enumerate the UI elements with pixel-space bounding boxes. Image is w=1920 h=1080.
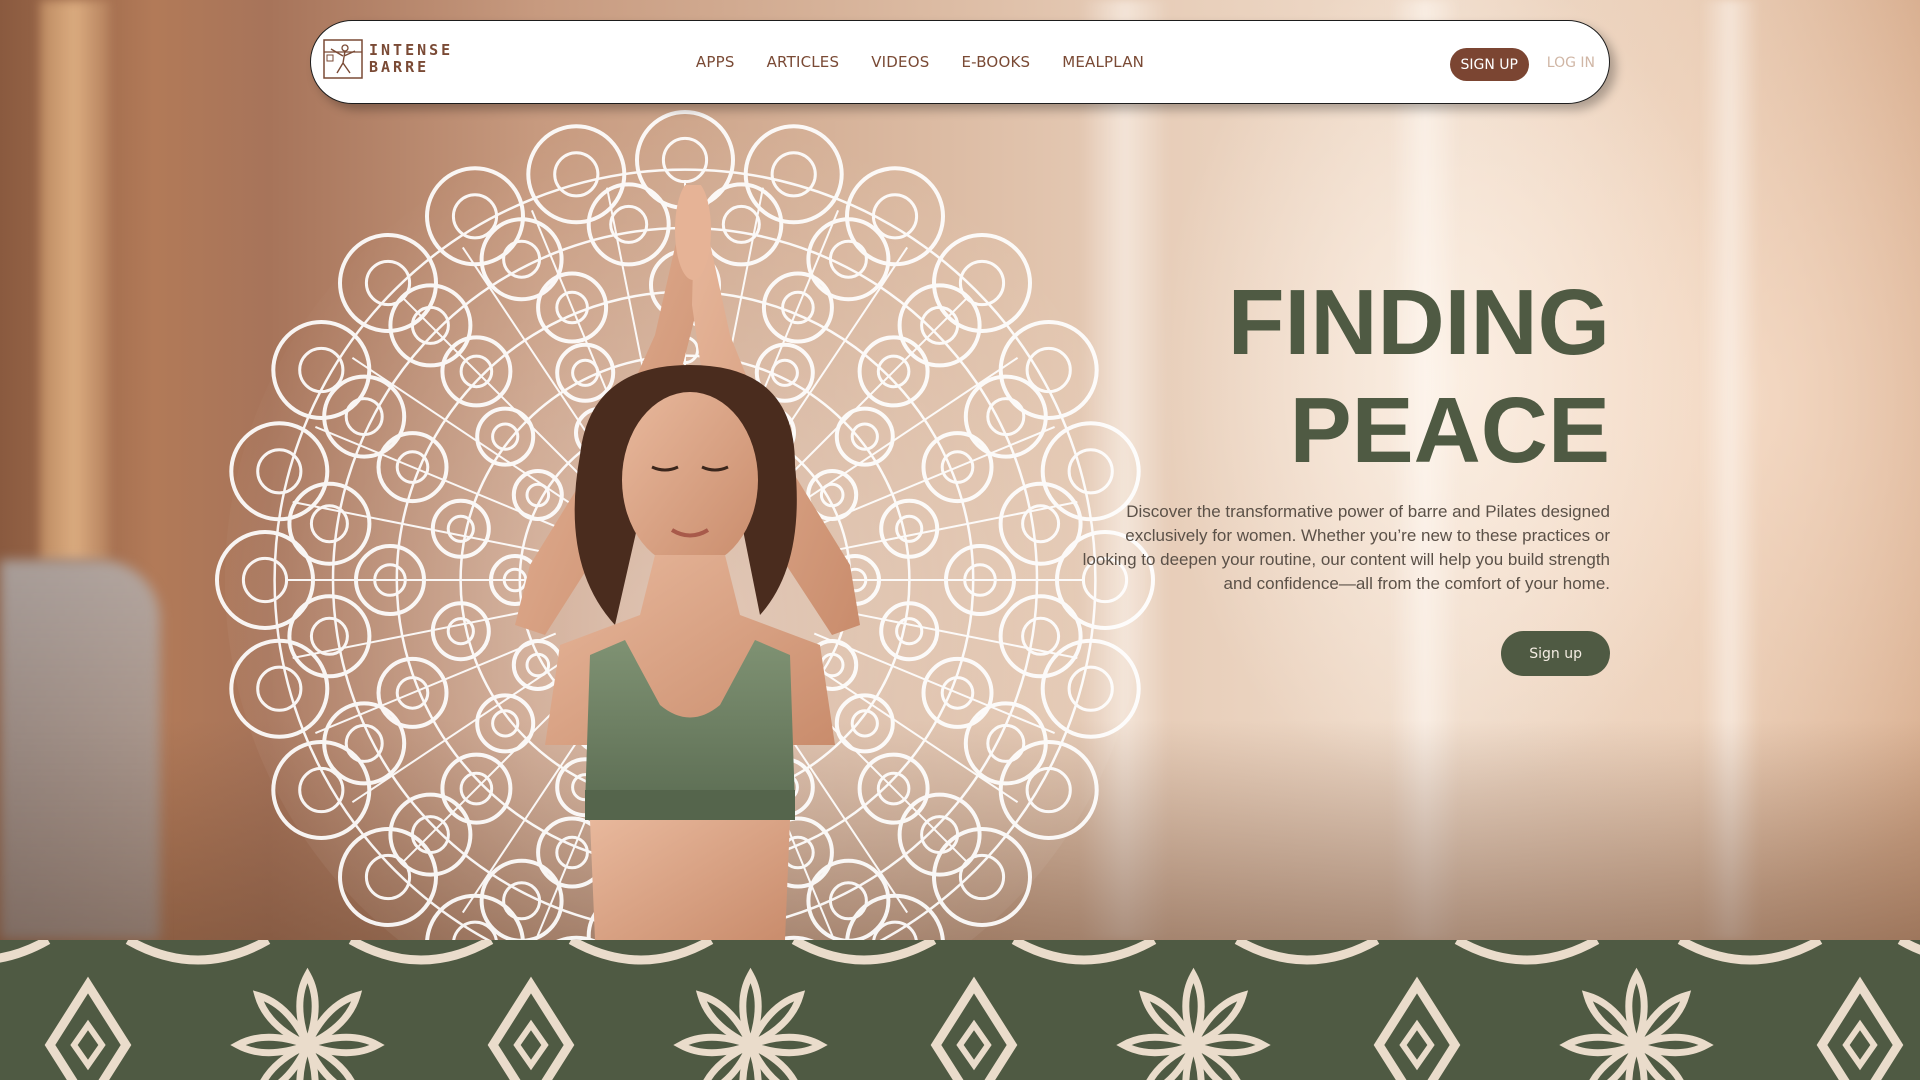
nav-signup-button[interactable]: SIGN UP (1449, 48, 1529, 81)
brand-line-2: BARRE (369, 58, 430, 76)
decorative-pattern-band (0, 940, 1920, 1080)
nav-link-mealplan[interactable]: MEALPLAN (1062, 53, 1144, 71)
nav-link-videos[interactable]: VIDEOS (871, 53, 929, 71)
nav-link-ebooks[interactable]: E-BOOKS (961, 53, 1030, 71)
hero-title: FINDING PEACE (1010, 268, 1610, 484)
hero-description: Discover the transformative power of bar… (1082, 502, 1610, 593)
barre-dancer-logo-icon (323, 39, 363, 79)
nav-login-button[interactable]: LOG IN (1547, 55, 1595, 71)
nav-link-apps[interactable]: APPS (696, 53, 735, 71)
yoga-woman-figure (515, 185, 860, 940)
background-bed (0, 560, 160, 940)
brand-wordmark: INTENSE BARRE (369, 42, 453, 76)
brand-logo[interactable]: INTENSE BARRE (323, 39, 453, 79)
brand-line-1: INTENSE (369, 41, 454, 59)
nav-link-articles[interactable]: ARTICLES (767, 53, 840, 71)
top-navbar: INTENSE BARRE APPS ARTICLES VIDEOS E-BOO… (310, 20, 1610, 104)
background-doorframe (40, 0, 110, 560)
hero-signup-button[interactable]: Sign up (1501, 631, 1610, 676)
hero-title-line-2: PEACE (1289, 378, 1610, 482)
hero-title-line-1: FINDING (1227, 270, 1610, 374)
